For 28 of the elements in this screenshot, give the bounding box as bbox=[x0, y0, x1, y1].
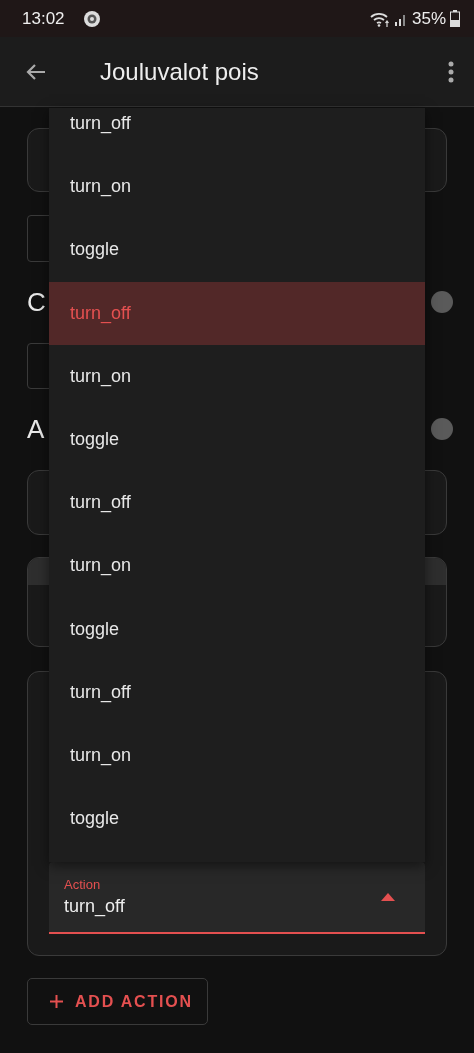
menu-option[interactable]: toggle bbox=[49, 597, 425, 661]
add-action-button[interactable]: ADD ACTION bbox=[27, 978, 208, 1025]
caret-icon bbox=[381, 893, 395, 901]
menu-option[interactable]: turn_on bbox=[49, 344, 425, 408]
menu-option[interactable]: toggle bbox=[49, 218, 425, 282]
switch-knob[interactable] bbox=[431, 291, 453, 313]
battery-percentage: 35% bbox=[411, 8, 446, 29]
status-time: 13:02 bbox=[22, 8, 65, 29]
section-heading: C bbox=[27, 286, 46, 318]
menu-option[interactable]: turn_on bbox=[49, 155, 425, 219]
page-title: Jouluvalot pois bbox=[100, 57, 259, 86]
menu-option[interactable]: toggle bbox=[49, 787, 425, 851]
more-menu-icon[interactable] bbox=[448, 60, 454, 83]
select-value: turn_off bbox=[64, 896, 126, 917]
menu-option[interactable]: turn_on bbox=[49, 534, 425, 598]
menu-option[interactable]: turn_off bbox=[49, 471, 425, 535]
action-select[interactable]: Action turn_off bbox=[49, 862, 425, 934]
section-heading: A bbox=[27, 413, 45, 445]
wifi-icon bbox=[369, 10, 390, 27]
plus-icon bbox=[50, 995, 63, 1008]
menu-option[interactable]: toggle bbox=[49, 407, 425, 472]
select-label: Action bbox=[64, 877, 102, 892]
menu-option[interactable]: turn_off bbox=[49, 660, 425, 724]
notification-icon bbox=[82, 9, 101, 28]
battery-icon bbox=[450, 10, 460, 27]
menu-option[interactable]: turn_off bbox=[49, 108, 425, 156]
switch-knob[interactable] bbox=[431, 418, 453, 440]
menu-option[interactable]: turn_on bbox=[49, 723, 425, 788]
